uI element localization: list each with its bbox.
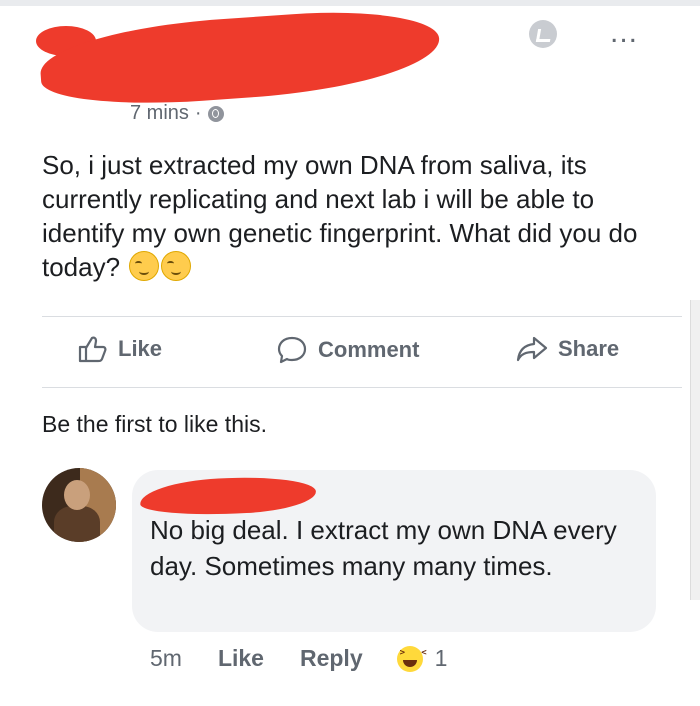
haha-reaction-icon[interactable] [396, 645, 427, 672]
top-border [0, 0, 700, 6]
share-label: Share [558, 336, 620, 361]
reactions-summary[interactable]: Be the first to like this. [42, 411, 267, 438]
comment-label: Comment [318, 337, 420, 362]
post-text: So, i just extracted my own DNA from sal… [42, 148, 672, 284]
meta-separator: · [194, 102, 202, 124]
comment-like-button[interactable]: Like [218, 645, 264, 672]
divider [42, 387, 682, 388]
share-icon [516, 336, 548, 362]
comment-button[interactable]: Comment [276, 335, 419, 365]
more-options-button[interactable]: ... [610, 18, 638, 48]
comment-time[interactable]: 5m [150, 645, 182, 672]
avatar-figure [54, 506, 100, 542]
scrollbar[interactable] [690, 300, 700, 600]
comment-reply-button[interactable]: Reply [300, 645, 363, 672]
post-actions-bar: Like Comment Share [42, 323, 682, 383]
stats-icon[interactable] [529, 20, 557, 48]
smirk-emoji-icon [129, 251, 160, 281]
like-label: Like [118, 336, 163, 361]
name-redaction-mark [37, 4, 443, 112]
smirk-emoji-icon [161, 251, 192, 281]
comment-reaction-count[interactable]: 1 [435, 645, 448, 672]
thumbs-up-icon [78, 336, 107, 363]
share-button[interactable]: Share [516, 335, 619, 363]
post-time[interactable]: 7 mins [130, 102, 189, 125]
globe-icon [207, 105, 224, 122]
comment-meta: 5m Like Reply 1 [150, 645, 447, 672]
comment-icon [277, 336, 307, 364]
like-button[interactable]: Like [78, 335, 162, 363]
avatar-face [64, 480, 90, 510]
avatar[interactable] [42, 468, 116, 542]
post-meta: 7 mins · [130, 102, 224, 125]
comment-text: No big deal. I extract my own DNA every … [150, 515, 617, 581]
divider [42, 316, 682, 317]
